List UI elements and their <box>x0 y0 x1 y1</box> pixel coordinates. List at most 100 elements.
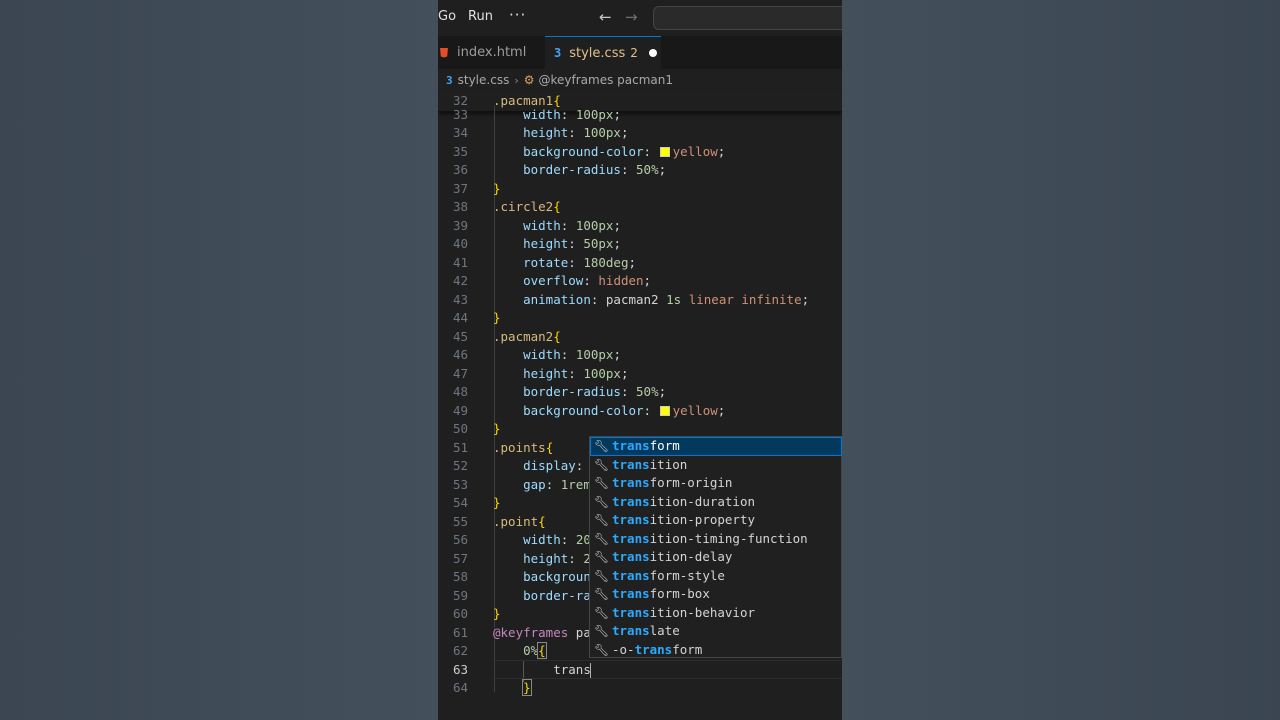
value: 50% <box>636 384 659 399</box>
code-line: 34 height: 100px; <box>438 124 842 143</box>
value: 1rem <box>560 476 591 492</box>
code-line: 43 animation: pacman2 1s linear infinite… <box>438 291 842 310</box>
wrench-icon: 🔧︎ <box>594 605 610 620</box>
line-number: 58 <box>452 569 468 584</box>
line-number: 51 <box>452 439 468 455</box>
wrench-icon: 🔧︎ <box>594 642 610 657</box>
property: display <box>523 458 576 473</box>
code-line: 46 width: 100px; <box>438 346 842 365</box>
brace: } <box>493 495 501 510</box>
suggestion-item[interactable]: 🔧︎ -o-transform <box>590 641 842 660</box>
wrench-icon: 🔧︎ <box>594 476 610 490</box>
code-line: 44} <box>438 309 842 328</box>
property: rotate <box>523 254 569 270</box>
value: 100px <box>583 125 621 140</box>
background-left <box>0 0 438 720</box>
suggestion-item[interactable]: 🔧︎ transition-behavior <box>590 604 842 623</box>
line-number: 37 <box>452 180 468 196</box>
property: height <box>523 236 569 251</box>
brace: } <box>493 180 501 196</box>
keyframe-selector: 0% <box>523 643 539 658</box>
value: 100px <box>583 365 621 381</box>
line-number: 49 <box>452 402 468 418</box>
text-cursor <box>590 663 591 678</box>
code-line: 36 border-radius: 50%; <box>438 161 842 180</box>
suggestion-item[interactable]: 🔧︎ transform-box <box>590 585 842 604</box>
suggestion-item[interactable]: 🔧︎ transform <box>590 437 842 456</box>
selector: .points <box>493 439 546 455</box>
brace: { <box>545 439 554 455</box>
line-number: 42 <box>452 273 468 288</box>
background-right <box>842 0 1280 720</box>
suggestion-item[interactable]: 🔧︎ transition-timing-function <box>590 530 842 549</box>
property: width <box>523 106 561 122</box>
code-line: 49 background-color: yellow; <box>438 402 842 421</box>
suggestion-item[interactable]: 🔧︎ transform-style <box>590 567 842 586</box>
color-swatch-icon[interactable] <box>659 146 670 157</box>
suggestion-item[interactable]: 🔧︎ transition-delay <box>590 548 842 567</box>
property: width <box>523 532 561 547</box>
code-line: 41 rotate: 180deg; <box>438 254 842 273</box>
vscode-window: Go Run ··· ← → index.html 3 style.css 2 … <box>438 0 842 720</box>
animation-name: pacman2 <box>605 291 659 307</box>
code-line: 39 width: 100px; <box>438 217 842 236</box>
line-number: 46 <box>452 347 468 362</box>
value: yellow <box>672 402 718 418</box>
code-line: 42 overflow: hidden; <box>438 272 842 291</box>
line-number: 44 <box>452 310 468 325</box>
property: height <box>523 550 569 566</box>
brace: } <box>493 606 501 621</box>
property: border-ra <box>523 587 591 603</box>
property: overflow <box>523 273 584 288</box>
wrench-icon: 🔧︎ <box>594 550 610 564</box>
line-number: 53 <box>452 476 468 492</box>
line-number: 48 <box>452 384 468 399</box>
code-line: 40 height: 50px; <box>438 235 842 254</box>
suggestion-item[interactable]: 🔧︎ transform-origin <box>590 474 842 493</box>
line-number: 64 <box>452 680 468 695</box>
value: 50% <box>636 162 659 177</box>
wrench-icon: 🔧︎ <box>594 439 610 453</box>
line-number: 56 <box>452 532 468 547</box>
value: hidden <box>598 273 644 288</box>
code-line: 48 border-radius: 50%; <box>438 383 842 402</box>
code-line: 33 width: 100px; <box>438 106 842 125</box>
suggestion-item[interactable]: 🔧︎ translate <box>590 622 842 641</box>
brace: { <box>538 513 546 529</box>
line-number: 39 <box>452 217 468 233</box>
code-line: 45 .pacman2{ <box>438 328 842 347</box>
brace: } <box>522 679 532 696</box>
selector: .point <box>493 513 539 529</box>
line-number: 34 <box>452 125 468 140</box>
property: width <box>523 217 561 233</box>
line-number: 45 <box>452 328 468 344</box>
line-number: 33 <box>452 106 468 122</box>
line-number: 63 <box>452 661 468 677</box>
brace: { <box>553 199 561 214</box>
property: gap <box>523 476 546 492</box>
wrench-icon: 🔧︎ <box>594 513 610 527</box>
wrench-icon: 🔧︎ <box>594 494 610 509</box>
suggestion-item[interactable]: 🔧︎ transition-duration <box>590 493 842 512</box>
suggestion-item[interactable]: 🔧︎ transition-property <box>590 511 842 530</box>
code-line: 38 .circle2{ <box>438 198 842 217</box>
line-number: 52 <box>452 458 468 473</box>
brace: { <box>553 328 561 344</box>
code-line: 64 } <box>438 679 842 698</box>
value: 1s <box>666 291 682 307</box>
wrench-icon: 🔧︎ <box>594 457 610 472</box>
code-editor[interactable]: 32 .pacman1{ 33 width: 100px; 34 height: … <box>438 0 842 720</box>
suggestion-widget[interactable]: 🔧︎ transform 🔧︎ transition 🔧︎ transform-ori… <box>589 436 842 658</box>
line-number: 36 <box>452 162 468 177</box>
code-line-current: 63 trans <box>438 661 842 680</box>
brace: { <box>537 642 547 659</box>
at-rule-keyword: @keyframes <box>493 624 569 640</box>
line-number: 55 <box>452 513 468 529</box>
suggestion-item[interactable]: 🔧︎ transition <box>590 456 842 475</box>
value: 50px <box>583 236 614 251</box>
line-number: 35 <box>452 143 468 159</box>
code-line: 37} <box>438 180 842 199</box>
line-number: 61 <box>452 624 468 640</box>
property: backgroun <box>523 569 591 584</box>
color-swatch-icon[interactable] <box>659 405 670 416</box>
